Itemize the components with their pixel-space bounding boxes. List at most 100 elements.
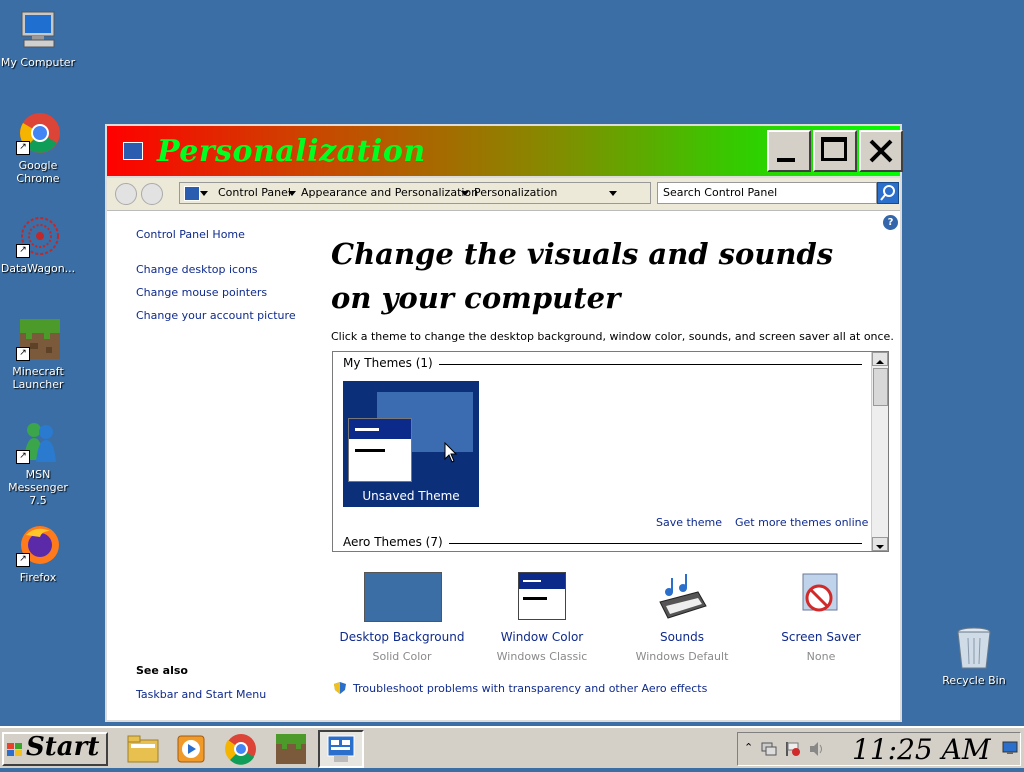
firefox-icon: ↗: [16, 523, 60, 567]
desktop-icon-my-computer[interactable]: My Computer: [0, 8, 76, 69]
group-header-my-themes: My Themes (1): [343, 356, 439, 370]
system-tray: ⌃ 11:25 AM: [737, 732, 1021, 766]
clock[interactable]: 11:25 AM: [852, 733, 990, 766]
chrome-icon: ↗: [16, 111, 60, 155]
msn-messenger-icon: ↗: [16, 420, 60, 464]
action-center-flag-icon[interactable]: [784, 740, 802, 758]
desktop-background-setting[interactable]: Desktop Background Solid Color: [332, 572, 472, 663]
setting-value: Windows Classic: [496, 650, 588, 663]
search-button[interactable]: [877, 182, 899, 204]
control-panel-icon: [327, 735, 355, 762]
desktop-icon-datawagon[interactable]: ↗ DataWagon...: [0, 214, 76, 275]
shortcut-arrow-icon: ↗: [16, 244, 30, 258]
window-color-setting[interactable]: Window Color Windows Classic: [472, 572, 612, 663]
shortcut-arrow-icon: ↗: [16, 141, 30, 155]
troubleshoot-aero-link[interactable]: Troubleshoot problems with transparency …: [353, 682, 707, 695]
chevron-down-icon[interactable]: [288, 191, 296, 196]
scroll-up-button[interactable]: [872, 352, 888, 366]
sidebar-link-account-picture[interactable]: Change your account picture: [136, 309, 296, 322]
taskbar-control-panel[interactable]: [318, 730, 364, 768]
theme-list[interactable]: My Themes (1) Unsaved Theme Save theme G…: [332, 351, 889, 552]
group-divider: [429, 364, 862, 365]
address-toolbar: Control Panel Appearance and Personaliza…: [107, 178, 900, 211]
setting-name: Window Color: [500, 630, 584, 644]
back-button[interactable]: [115, 183, 137, 205]
taskbar: Start ⌃ 11:25 AM: [0, 726, 1024, 768]
desktop-icon-msn-messenger[interactable]: ↗ MSN Messenger 7.5: [0, 420, 76, 507]
desktop-icon-google-chrome[interactable]: ↗ Google Chrome: [0, 111, 76, 185]
close-icon: [869, 139, 893, 163]
desktop-icon-label: My Computer: [0, 56, 76, 69]
scroll-down-button[interactable]: [872, 537, 888, 551]
setting-value: Solid Color: [372, 650, 432, 663]
taskbar-media-player[interactable]: [168, 730, 214, 768]
forward-button[interactable]: [141, 183, 163, 205]
breadcrumb-control-panel[interactable]: Control Panel: [218, 183, 291, 203]
minecraft-icon: ↗: [16, 317, 60, 361]
setting-name: Desktop Background: [339, 630, 465, 644]
chrome-icon: [225, 734, 256, 765]
control-panel-icon: [123, 142, 143, 160]
sounds-setting[interactable]: Sounds Windows Default: [612, 572, 752, 663]
my-computer-icon: [16, 8, 60, 52]
window-color-icon: [504, 572, 580, 622]
group-divider: [433, 543, 862, 544]
windows-logo-icon: [7, 743, 22, 756]
desktop-icon-minecraft-launcher[interactable]: ↗ Minecraft Launcher: [0, 317, 76, 391]
shortcut-arrow-icon: ↗: [16, 553, 30, 567]
see-also-link-taskbar[interactable]: Taskbar and Start Menu: [136, 688, 266, 701]
screen-saver-setting[interactable]: Screen Saver None: [751, 572, 891, 663]
address-bar[interactable]: Control Panel Appearance and Personaliza…: [179, 182, 722, 204]
start-label: Start: [26, 732, 100, 762]
maximize-button[interactable]: [813, 130, 857, 172]
theme-list-scrollbar[interactable]: [871, 352, 888, 551]
show-desktop-icon[interactable]: [1002, 741, 1018, 755]
desktop-icon-label: Firefox: [19, 571, 57, 584]
shield-icon: [334, 682, 346, 694]
minimize-button[interactable]: [767, 130, 811, 172]
save-theme-link[interactable]: Save theme: [656, 516, 722, 529]
datawagon-icon: ↗: [16, 214, 60, 258]
taskbar-file-explorer[interactable]: [120, 730, 166, 768]
desktop-icon-label: Recycle Bin: [942, 674, 1006, 687]
breadcrumb-appearance[interactable]: Appearance and Personalization: [301, 183, 478, 203]
network-icon[interactable]: [760, 741, 778, 757]
desktop-icon-recycle-bin[interactable]: Recycle Bin: [936, 626, 1012, 687]
file-explorer-icon: [127, 735, 159, 763]
theme-tile-unsaved[interactable]: Unsaved Theme: [343, 381, 479, 507]
close-button[interactable]: [859, 130, 903, 172]
media-player-icon: [177, 735, 205, 763]
sidebar-link-mouse-pointers[interactable]: Change mouse pointers: [136, 286, 267, 299]
sidebar-link-control-panel-home[interactable]: Control Panel Home: [136, 228, 245, 241]
start-button[interactable]: Start: [2, 732, 108, 766]
chevron-down-icon: [200, 191, 208, 196]
chevron-down-icon[interactable]: [461, 191, 469, 196]
desktop-icon-label: DataWagon...: [0, 262, 76, 275]
desktop-background-icon: [364, 572, 442, 622]
search-input[interactable]: Search Control Panel: [657, 182, 877, 204]
more-themes-link[interactable]: Get more themes online: [735, 516, 868, 529]
address-dropdown-icon[interactable]: [609, 191, 617, 196]
page-heading: Change the visuals and sounds on your co…: [331, 237, 834, 315]
sounds-icon: [644, 572, 720, 622]
sidebar-link-desktop-icons[interactable]: Change desktop icons: [136, 263, 258, 276]
shortcut-arrow-icon: ↗: [16, 347, 30, 361]
window-title: Personalization: [157, 134, 426, 169]
mouse-cursor-icon: [444, 442, 458, 463]
screen-saver-icon: [783, 572, 859, 622]
desktop-icon-label: Google Chrome: [16, 159, 60, 185]
setting-name: Sounds: [659, 630, 705, 644]
desktop-icon-firefox[interactable]: ↗ Firefox: [0, 523, 76, 584]
volume-icon[interactable]: [808, 741, 826, 757]
title-bar[interactable]: Personalization: [107, 126, 903, 178]
help-icon[interactable]: ?: [883, 215, 898, 230]
taskbar-minecraft[interactable]: [268, 730, 314, 768]
scrollbar-thumb[interactable]: [873, 368, 888, 406]
recycle-bin-icon: [952, 626, 996, 670]
group-header-aero-themes: Aero Themes (7): [343, 535, 449, 549]
breadcrumb-personalization[interactable]: Personalization: [474, 183, 557, 203]
taskbar-chrome[interactable]: [218, 730, 264, 768]
shortcut-arrow-icon: ↗: [16, 450, 30, 464]
show-hidden-icons-icon[interactable]: ⌃: [744, 741, 753, 754]
desktop-icon-label: Minecraft Launcher: [12, 365, 64, 391]
